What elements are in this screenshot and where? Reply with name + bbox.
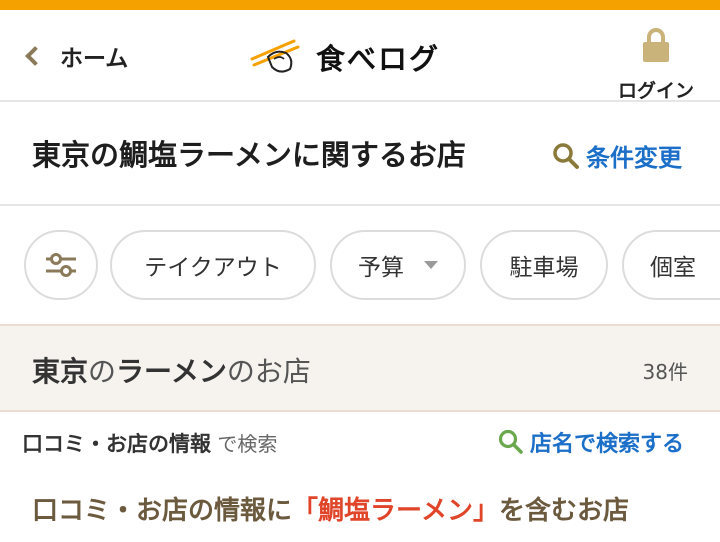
keyword-results-heading: 口コミ・お店の情報に「鯛塩ラーメン」を含むお店 <box>32 490 629 527</box>
shop-name-search-link[interactable]: 店名で検索する <box>498 426 684 458</box>
shop-name-search-label: 店名で検索する <box>530 432 685 457</box>
logo-wordmark: 食べログ <box>316 42 441 76</box>
review-search-row: 口コミ・お店の情報 で検索 店名で検索する <box>0 412 720 470</box>
keyword-suffix: を含むお店 <box>498 496 629 526</box>
results-area: 東京 <box>32 355 89 388</box>
change-conditions-link[interactable]: 条件変更 <box>552 138 682 173</box>
chopsticks-logo-icon <box>250 39 300 73</box>
chevron-left-icon <box>25 46 45 66</box>
caret-down-icon <box>424 261 438 269</box>
chip-parking[interactable]: 駐車場 <box>480 230 608 300</box>
lock-icon <box>643 28 669 62</box>
home-back-link[interactable]: ホーム <box>22 38 128 74</box>
sliders-icon <box>46 253 76 277</box>
top-accent-stripe <box>0 0 720 10</box>
tabelog-logo[interactable]: 食べログ <box>250 34 440 80</box>
review-search-label-light: で検索 <box>211 432 278 456</box>
results-particle: の <box>88 355 117 388</box>
filter-chips-row: テイクアウト 予算 駐車場 個室 <box>0 206 720 324</box>
page-title: 東京の鯛塩ラーメンに関するお店 <box>32 138 466 172</box>
filter-settings-chip[interactable] <box>24 230 98 300</box>
results-genre: ラーメン <box>116 355 227 388</box>
chip-takeout[interactable]: テイクアウト <box>110 230 316 300</box>
results-heading: 東京のラーメンのお店 <box>32 350 311 390</box>
results-suffix: のお店 <box>226 355 311 388</box>
keyword-highlight: 「鯛塩ラーメン」 <box>292 496 499 526</box>
search-icon <box>553 142 579 169</box>
home-label: ホーム <box>60 46 129 72</box>
search-icon <box>498 429 523 454</box>
keyword-prefix: 口コミ・お店の情報に <box>32 496 293 526</box>
login-button[interactable]: ログイン <box>606 24 706 102</box>
change-conditions-label: 条件変更 <box>586 144 682 172</box>
chip-budget-label: 予算 <box>358 255 404 281</box>
chip-budget[interactable]: 予算 <box>330 230 466 300</box>
review-search-label-bold: 口コミ・お店の情報 <box>22 432 211 456</box>
app-header: ホーム 食べログ ログイン <box>0 10 720 102</box>
search-title-bar: 東京の鯛塩ラーメンに関するお店 条件変更 <box>0 102 720 206</box>
review-search-label: 口コミ・お店の情報 で検索 <box>22 428 277 458</box>
results-count: 38件 <box>642 360 688 384</box>
login-label: ログイン <box>617 80 694 102</box>
results-summary: 東京のラーメンのお店 38件 <box>0 324 720 412</box>
chip-private-room[interactable]: 個室 <box>622 230 720 300</box>
